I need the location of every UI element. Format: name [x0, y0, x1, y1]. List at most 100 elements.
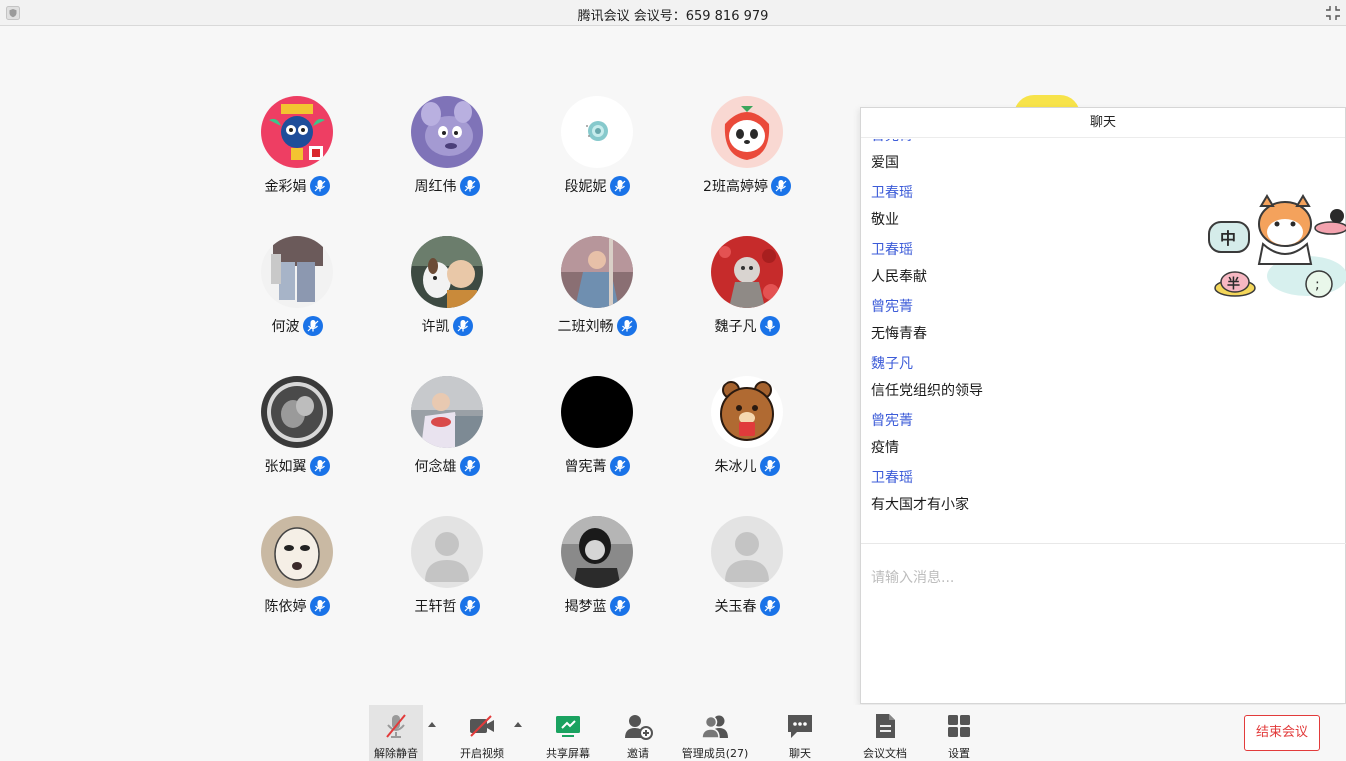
- mic-icon: [459, 596, 480, 616]
- participant-tile[interactable]: 何念雄: [377, 376, 517, 486]
- participant-name: 周红伟: [414, 179, 457, 195]
- chat-divider: [861, 543, 1346, 544]
- participant-tile[interactable]: 朱冰儿: [677, 376, 817, 486]
- sticker-char: 中: [1220, 229, 1236, 248]
- participant-tile[interactable]: 揭梦蓝: [527, 516, 667, 626]
- chat-message: 卫春瑶 人民奉献: [871, 239, 927, 296]
- participant-tile[interactable]: 关玉春: [677, 516, 817, 626]
- meeting-docs-button[interactable]: 会议文档: [854, 705, 916, 761]
- participant-tile[interactable]: 段妮妮: [527, 96, 667, 206]
- participant-tile[interactable]: 王轩哲: [377, 516, 517, 626]
- mic-icon: [609, 456, 630, 476]
- fullscreen-icon[interactable]: [1324, 4, 1342, 22]
- avatar: [711, 96, 783, 168]
- participant-tile[interactable]: 金彩娟: [227, 96, 367, 206]
- grid-settings-icon: [948, 715, 970, 737]
- mic-icon: [759, 316, 780, 336]
- chat-button[interactable]: 聊天: [772, 705, 828, 761]
- participant-tile[interactable]: 陈依婷: [227, 516, 367, 626]
- start-video-button[interactable]: 开启视频: [452, 705, 512, 761]
- participant-name: 何波: [271, 319, 300, 335]
- message-sender[interactable]: 曾宪菁: [871, 296, 927, 318]
- message-sender[interactable]: 卫春瑶: [871, 467, 969, 489]
- chat-title: 聊天: [861, 108, 1345, 138]
- participant-name: 2班高婷婷: [703, 179, 768, 195]
- avatar: [261, 516, 333, 588]
- message-sender[interactable]: 曾宪菁: [871, 410, 913, 432]
- participant-tile[interactable]: 张如翼: [227, 376, 367, 486]
- share-screen-button[interactable]: 共享屏幕: [538, 705, 598, 761]
- participant-tile[interactable]: 曾宪菁: [527, 376, 667, 486]
- participant-tile[interactable]: 许凯: [377, 236, 517, 346]
- message-text: 无悔青春: [871, 326, 927, 342]
- mic-icon: [609, 596, 630, 616]
- participant-name: 许凯: [421, 319, 450, 335]
- avatar: [411, 516, 483, 588]
- mic-muted-icon: [386, 714, 406, 738]
- avatar: [411, 96, 483, 168]
- avatar: [561, 376, 633, 448]
- window-title: 腾讯会议 会议号：659 816 979: [577, 9, 769, 24]
- start-video-label: 开启视频: [460, 747, 504, 760]
- avatar: [561, 516, 633, 588]
- mic-icon: [452, 316, 473, 336]
- participant-name: 金彩娟: [264, 179, 307, 195]
- end-meeting-button[interactable]: 结束会议: [1244, 715, 1320, 751]
- share-screen-label: 共享屏幕: [546, 747, 590, 760]
- mic-icon: [759, 596, 780, 616]
- meeting-docs-label: 会议文档: [863, 747, 907, 760]
- participant-tile[interactable]: 二班刘畅: [527, 236, 667, 346]
- meeting-toolbar: 解除静音 开启视频 共享屏幕 邀请 管理成员(27) 聊天 会议文档 设置 结束…: [0, 705, 1346, 761]
- message-sender[interactable]: 卫春瑶: [871, 239, 927, 261]
- manage-members-button[interactable]: 管理成员(27): [678, 705, 752, 761]
- avatar: [711, 236, 783, 308]
- mic-icon: [302, 316, 323, 336]
- chat-input[interactable]: [871, 563, 1331, 593]
- message-text: 人民奉献: [871, 269, 927, 285]
- message-text: 有大国才有小家: [871, 497, 969, 513]
- mic-icon: [616, 316, 637, 336]
- participant-name: 王轩哲: [414, 599, 457, 615]
- sticker-char: ;: [1315, 277, 1320, 293]
- chevron-up-icon[interactable]: [512, 719, 524, 729]
- add-user-icon: [625, 715, 653, 740]
- mic-icon: [309, 596, 330, 616]
- chat-panel: 聊天 曾宪菁 爱国 卫春瑶 敬业 卫春瑶 人民奉献 曾宪菁 无悔青春 魏子凡 信…: [860, 107, 1346, 704]
- invite-label: 邀请: [627, 747, 649, 760]
- participant-name: 朱冰儿: [714, 459, 757, 475]
- participant-name: 陈依婷: [264, 599, 307, 615]
- mic-icon: [309, 456, 330, 476]
- message-sender[interactable]: 魏子凡: [871, 353, 983, 375]
- participant-name: 魏子凡: [714, 319, 757, 335]
- settings-button[interactable]: 设置: [934, 705, 984, 761]
- participant-tile[interactable]: 何波: [227, 236, 367, 346]
- unmute-button[interactable]: 解除静音: [369, 705, 423, 761]
- avatar: [711, 516, 783, 588]
- avatar: [561, 236, 633, 308]
- participant-tile[interactable]: 周红伟: [377, 96, 517, 206]
- chat-message: 魏子凡 信任党组织的领导: [871, 353, 983, 410]
- settings-label: 设置: [948, 747, 970, 760]
- avatar: [411, 376, 483, 448]
- chevron-up-icon[interactable]: [426, 719, 438, 729]
- message-text: 信任党组织的领导: [871, 383, 983, 399]
- avatar: [261, 376, 333, 448]
- share-screen-icon: [556, 716, 580, 737]
- participant-name: 揭梦蓝: [564, 599, 607, 615]
- avatar: [561, 96, 633, 168]
- chat-message: 曾宪菁 无悔青春: [871, 296, 927, 353]
- participant-name: 段妮妮: [564, 179, 607, 195]
- chat-message: 卫春瑶 敬业: [871, 182, 913, 239]
- message-sender[interactable]: 曾宪菁: [871, 139, 913, 147]
- avatar: [711, 376, 783, 448]
- participant-tile[interactable]: 魏子凡: [677, 236, 817, 346]
- chat-message: 卫春瑶 有大国才有小家: [871, 467, 969, 524]
- chat-icon: [788, 715, 812, 738]
- mic-icon: [459, 456, 480, 476]
- message-text: 敬业: [871, 212, 899, 228]
- message-text: 爱国: [871, 155, 899, 171]
- message-sender[interactable]: 卫春瑶: [871, 182, 913, 204]
- invite-button[interactable]: 邀请: [612, 705, 664, 761]
- participant-tile[interactable]: 2班高婷婷: [677, 96, 817, 206]
- chat-message: 曾宪菁 疫情: [871, 410, 913, 467]
